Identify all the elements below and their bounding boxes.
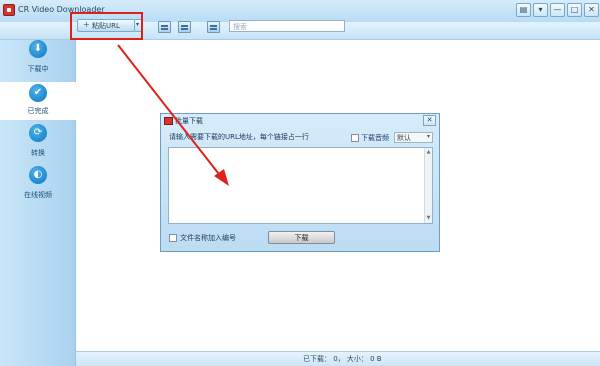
- settings-icon[interactable]: [207, 21, 220, 33]
- maximize-icon: □: [570, 5, 579, 14]
- chevron-down-icon: ▾: [426, 133, 430, 140]
- menu-button[interactable]: ▾: [533, 3, 548, 17]
- download-button[interactable]: 下载: [268, 231, 335, 244]
- check-icon: ✔: [29, 84, 47, 102]
- skin-icon: ▤: [519, 5, 528, 14]
- sidebar-item-label: 下载中: [27, 65, 49, 73]
- scroll-up-icon[interactable]: ▲: [425, 149, 432, 155]
- globe-icon: ◐: [29, 166, 47, 184]
- url-textarea[interactable]: ▲ ▼: [168, 147, 433, 224]
- convert-icon: ⟳: [29, 124, 47, 142]
- sidebar-item-convert[interactable]: ⟳ 转换: [0, 124, 76, 162]
- dialog-close-button[interactable]: ✕: [423, 115, 436, 126]
- search-placeholder: 搜索: [233, 23, 247, 31]
- highlight-box: [70, 12, 143, 40]
- dialog-title: 批量下载: [175, 117, 203, 125]
- dialog-app-icon: [164, 117, 173, 125]
- download-audio-checkbox[interactable]: [351, 134, 359, 142]
- sidebar-item-completed[interactable]: ✔ 已完成: [0, 82, 76, 120]
- skin-button[interactable]: ▤: [516, 3, 531, 17]
- pause-all-icon[interactable]: [178, 21, 191, 33]
- maximize-button[interactable]: □: [567, 3, 582, 17]
- search-input[interactable]: 搜索: [229, 20, 345, 32]
- sidebar-item-downloading[interactable]: ⬇ 下载中: [0, 40, 76, 78]
- status-bar: 已下载： 0， 大小： 0 B: [76, 351, 600, 366]
- download-audio-label: 下载音频: [361, 134, 389, 142]
- menu-icon: ▾: [538, 5, 543, 14]
- sidebar-item-label: 在线视频: [24, 191, 52, 199]
- sidebar-item-label: 转换: [31, 149, 45, 157]
- status-text: 已下载： 0， 大小： 0 B: [303, 355, 382, 363]
- close-icon: ✕: [426, 116, 433, 124]
- url-prompt: 请输入需要下载的URL地址，每个链接占一行: [169, 133, 309, 141]
- app-window: CR Video Downloader ▤ ▾ — □ ✕ + 粘贴URL ▾ …: [0, 0, 600, 366]
- batch-download-dialog: 批量下载 ✕ 请输入需要下载的URL地址，每个链接占一行 下载音频 默认 ▾ ▲…: [160, 113, 440, 252]
- quality-select[interactable]: 默认 ▾: [394, 132, 433, 143]
- scroll-down-icon[interactable]: ▼: [425, 215, 432, 221]
- minimize-button[interactable]: —: [550, 3, 565, 17]
- filename-number-label: 文件名称加入编号: [180, 234, 236, 242]
- download-icon: ⬇: [29, 40, 47, 58]
- download-button-label: 下载: [294, 234, 309, 242]
- sidebar-item-online-video[interactable]: ◐ 在线视频: [0, 166, 76, 204]
- close-button[interactable]: ✕: [584, 3, 599, 17]
- minimize-icon: —: [553, 5, 562, 14]
- quality-value: 默认: [397, 134, 411, 142]
- sidebar-item-label: 已完成: [27, 107, 49, 115]
- textarea-scrollbar[interactable]: ▲ ▼: [424, 148, 432, 223]
- filename-number-checkbox[interactable]: [169, 234, 177, 242]
- start-all-icon[interactable]: [158, 21, 171, 33]
- close-icon: ✕: [588, 5, 595, 14]
- sidebar: ⬇ 下载中 ✔ 已完成 ⟳ 转换 ◐ 在线视频: [0, 40, 76, 366]
- app-logo-icon: [3, 4, 15, 16]
